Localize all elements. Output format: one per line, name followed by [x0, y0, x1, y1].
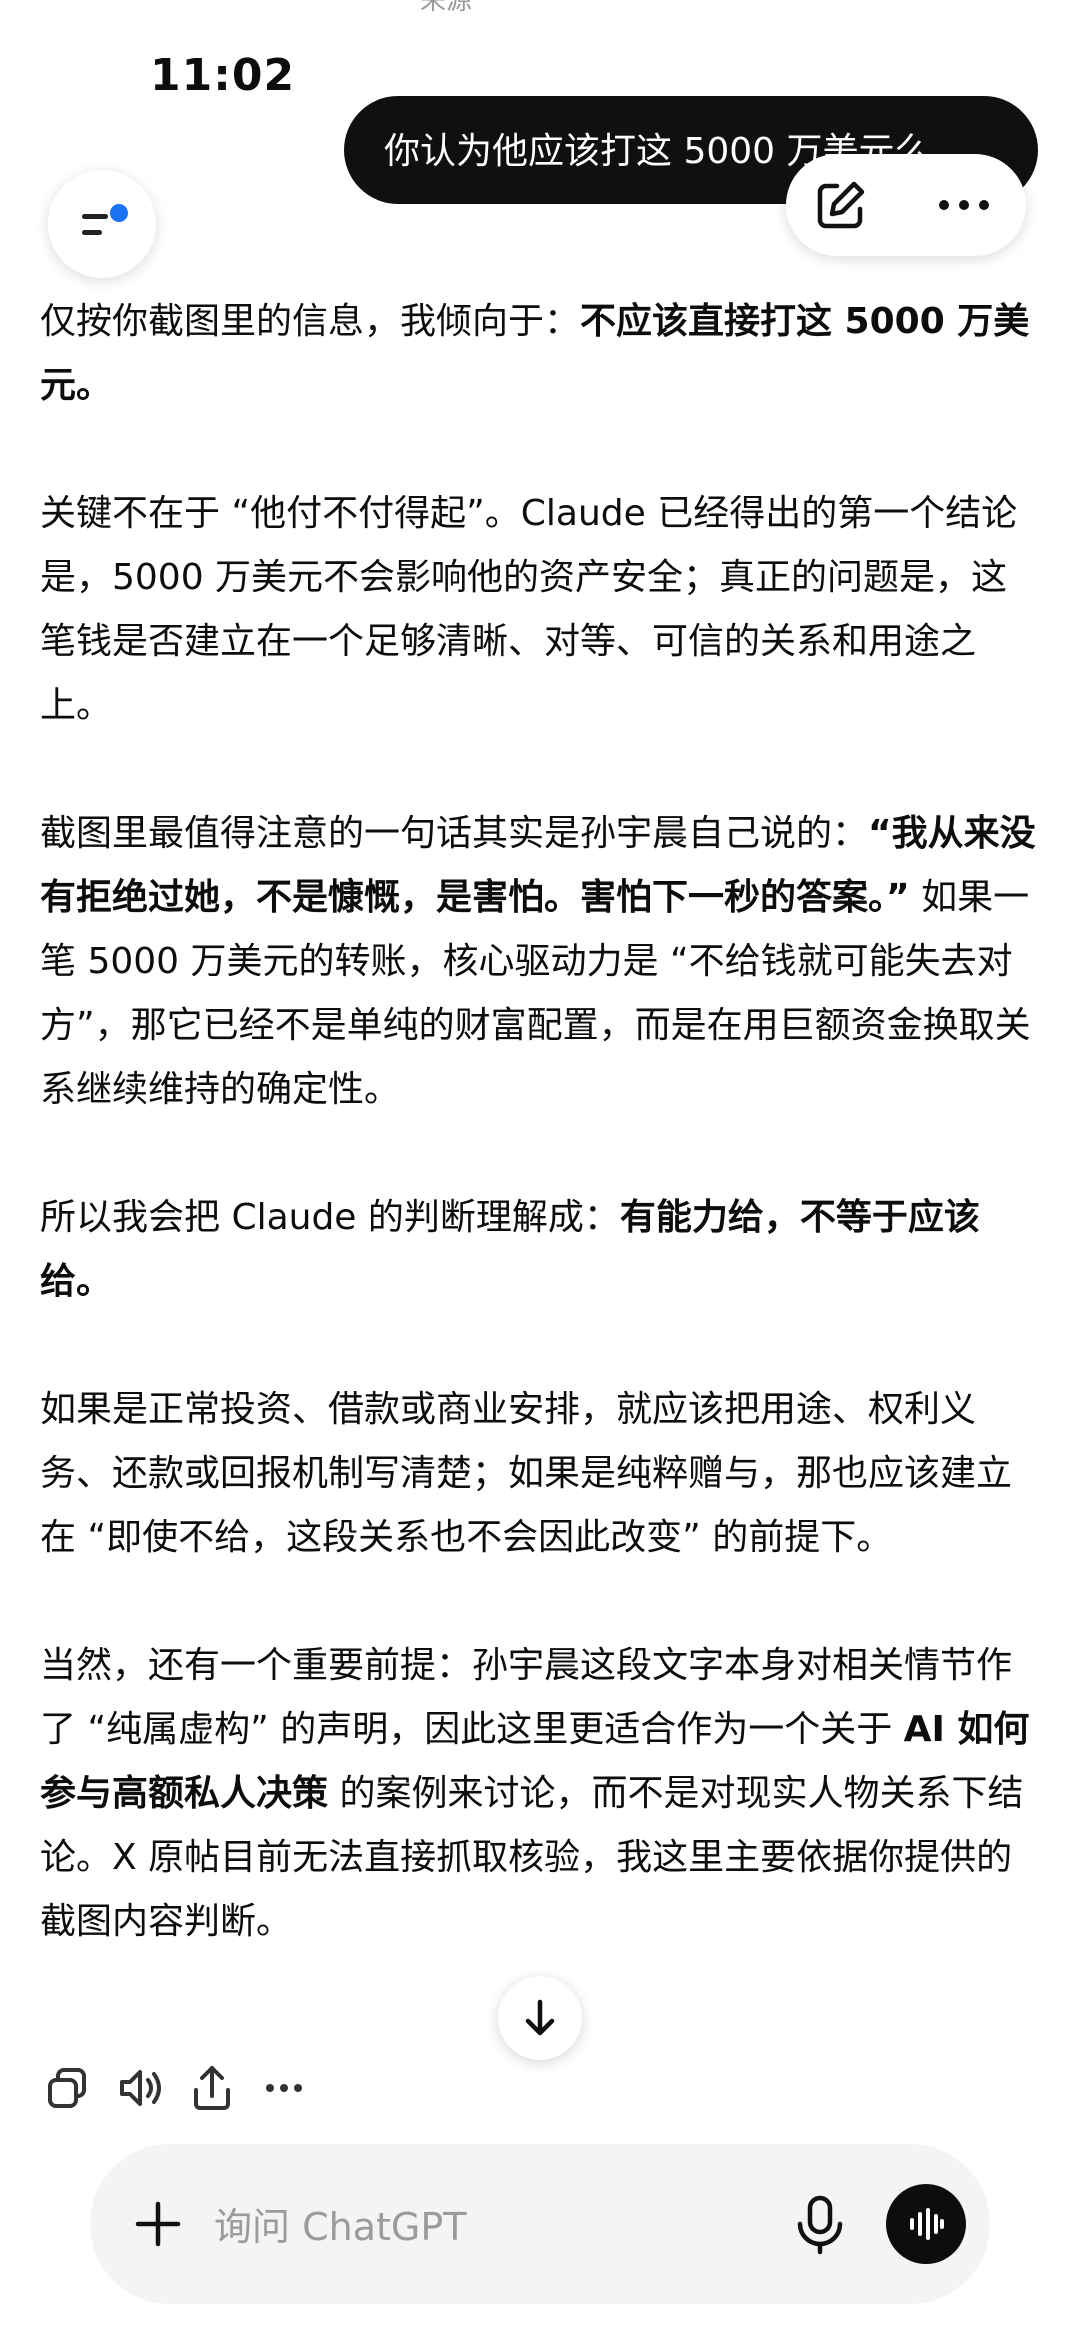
share-icon[interactable]: [180, 2056, 244, 2120]
copy-icon[interactable]: [36, 2056, 100, 2120]
scroll-to-bottom-button[interactable]: [498, 1976, 582, 2060]
answer-paragraph: 所以我会把 Claude 的判断理解成：有能力给，不等于应该给。: [40, 1186, 1040, 1314]
status-time: 11:02: [150, 50, 296, 101]
plus-icon[interactable]: [124, 2190, 192, 2258]
answer-paragraph: 关键不在于 “他付不付得起”。Claude 已经得出的第一个结论是，5000 万…: [40, 493, 1018, 726]
speaker-icon[interactable]: [108, 2056, 172, 2120]
answer-text: 仅按你截图里的信息，我倾向于：: [40, 301, 581, 342]
status-source-text: 来源: [420, 0, 472, 14]
assistant-answer: 仅按你截图里的信息，我倾向于：不应该直接打这 5000 万美元。 关键不在于 “…: [40, 290, 1040, 2018]
menu-line: [82, 230, 102, 235]
message-input[interactable]: 询问 ChatGPT: [214, 2196, 466, 2251]
answer-paragraph: 当然，还有一个重要前提：孙宇晨这段文字本身对相关情节作了 “纯属虚构” 的声明，…: [40, 1634, 1040, 1954]
voice-mode-button[interactable]: [886, 2184, 966, 2264]
message-more-icon[interactable]: [252, 2056, 316, 2120]
menu-line: [82, 214, 108, 219]
new-chat-edit-icon[interactable]: [812, 176, 870, 234]
chat-composer: 询问 ChatGPT: [90, 2144, 990, 2304]
arrow-down-icon: [525, 1999, 555, 2036]
answer-paragraph: 仅按你截图里的信息，我倾向于：不应该直接打这 5000 万美元。: [40, 290, 1040, 418]
answer-text: 所以我会把 Claude 的判断理解成：: [40, 1197, 620, 1238]
voice-mode-icon: [910, 2208, 944, 2240]
answer-text: 当然，还有一个重要前提：孙宇晨这段文字本身对相关情节作了 “纯属虚构” 的声明，…: [40, 1645, 1013, 1750]
answer-paragraph: 如果是正常投资、借款或商业安排，就应该把用途、权利义务、还款或回报机制写清楚；如…: [40, 1389, 1013, 1558]
notification-dot: [110, 204, 128, 222]
header-action-pill: [786, 154, 1026, 256]
answer-text: 截图里最值得注意的一句话其实是孙宇晨自己说的：: [40, 813, 869, 854]
sidebar-menu-button[interactable]: [48, 170, 156, 278]
more-options-icon[interactable]: [934, 180, 994, 230]
microphone-icon[interactable]: [780, 2184, 860, 2264]
status-bar-cropped: 来源: [0, 0, 1080, 14]
answer-paragraph: 截图里最值得注意的一句话其实是孙宇晨自己说的：“我从来没有拒绝过她，不是慷慨，是…: [40, 802, 1040, 1122]
